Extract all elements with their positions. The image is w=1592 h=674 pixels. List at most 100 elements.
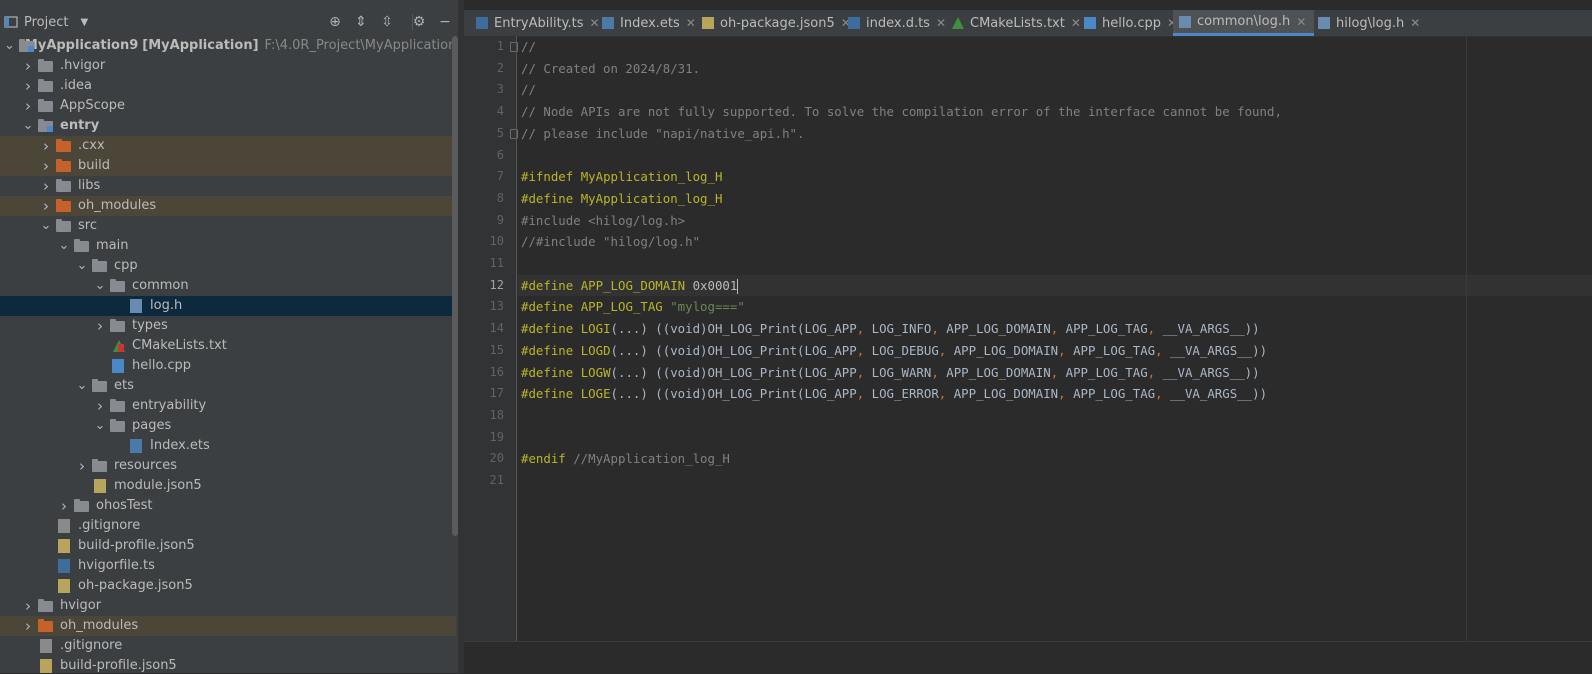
gear-icon[interactable]: ⚙ (410, 13, 428, 31)
line-number[interactable]: 2 (464, 58, 504, 80)
tree-item[interactable]: ›build-profile.json5 (0, 656, 456, 673)
line-number[interactable]: 4 (464, 101, 504, 123)
chevron-down-icon[interactable]: ▼ (80, 17, 88, 28)
code-line[interactable]: // Node APIs are not fully supported. To… (517, 101, 1592, 123)
tree-item[interactable]: ›hvigorfile.ts (0, 556, 456, 576)
chevron-right-icon[interactable]: › (22, 616, 34, 636)
code-line[interactable] (517, 145, 1592, 167)
tree-item[interactable]: ›Index.ets (0, 436, 456, 456)
chevron-down-icon[interactable]: ⌄ (58, 239, 70, 252)
line-number[interactable]: 8 (464, 188, 504, 210)
editor-tab[interactable]: hilog\log.h ✕ (1312, 10, 1428, 36)
code-line[interactable]: // Created on 2024/8/31. (517, 58, 1592, 80)
chevron-right-icon[interactable]: › (22, 56, 34, 76)
chevron-down-icon[interactable]: ⌄ (40, 219, 52, 232)
code-line[interactable] (517, 427, 1592, 449)
tree-item[interactable]: ⌄ entry (0, 116, 456, 136)
chevron-down-icon[interactable]: ⌄ (94, 419, 106, 432)
editor-tab[interactable]: CMakeLists.txt ✕ (946, 10, 1089, 36)
chevron-right-icon[interactable]: › (76, 456, 88, 476)
chevron-right-icon[interactable]: › (22, 596, 34, 616)
line-number[interactable]: 15 (464, 340, 504, 362)
tree-item[interactable]: › .idea (0, 76, 456, 96)
chevron-down-icon[interactable]: ⌄ (22, 119, 34, 132)
editor-tab[interactable]: index.d.ts ✕ (842, 10, 954, 36)
line-number[interactable]: 17 (464, 383, 504, 405)
tree-item[interactable]: ›log.h (0, 296, 456, 316)
close-icon[interactable]: ✕ (1410, 16, 1420, 30)
line-number[interactable]: 1 (464, 36, 504, 58)
code-line[interactable]: #define APP_LOG_DOMAIN 0x0001 (517, 274, 1592, 297)
editor-tab[interactable]: oh-package.json5 ✕ (696, 10, 859, 36)
line-number[interactable]: 6 (464, 145, 504, 167)
code-line[interactable]: // (517, 79, 1592, 101)
chevron-right-icon[interactable]: › (22, 96, 34, 116)
tree-item[interactable]: › .cxx (0, 136, 456, 156)
tree-item[interactable]: › entryability (0, 396, 456, 416)
line-number[interactable]: 7 (464, 166, 504, 188)
line-number[interactable]: 18 (464, 405, 504, 427)
tree-item[interactable]: ›module.json5 (0, 476, 456, 496)
tree-item[interactable]: ›build-profile.json5 (0, 536, 456, 556)
chevron-down-icon[interactable]: ⌄ (76, 259, 88, 272)
line-number[interactable]: 11 (464, 253, 504, 275)
collapse-all-icon[interactable]: ⇳ (378, 13, 396, 31)
line-number[interactable]: 3 (464, 79, 504, 101)
project-view-selector[interactable]: Project ▼ (4, 13, 88, 31)
chevron-right-icon[interactable]: › (94, 316, 106, 336)
tree-item[interactable]: › .hvigor (0, 56, 456, 76)
tree-item[interactable]: ⌄ main (0, 236, 456, 256)
code-line[interactable]: #include <hilog/log.h> (517, 210, 1592, 232)
tree-item[interactable]: ⌄ common (0, 276, 456, 296)
code-line[interactable] (517, 405, 1592, 427)
tree-item[interactable]: › oh_modules (0, 196, 456, 216)
tree-item[interactable]: ⌄ cpp (0, 256, 456, 276)
line-number[interactable]: 20 (464, 448, 504, 470)
close-icon[interactable]: ✕ (936, 16, 946, 30)
line-number[interactable]: 12 (464, 275, 504, 297)
line-number[interactable]: 16 (464, 362, 504, 384)
line-number-gutter[interactable]: 1 2 3 4 5 6 7 8 9 10 11 12 13 14 15 16 17 18 19 20 21 (464, 36, 518, 641)
tree-item[interactable]: ⌄ src (0, 216, 456, 236)
editor-tab[interactable]: EntryAbility.ts ✕ (470, 10, 608, 36)
chevron-right-icon[interactable]: › (40, 156, 52, 176)
tree-item[interactable]: ›hello.cpp (0, 356, 456, 376)
editor-tab[interactable]: common\log.h ✕ (1173, 10, 1315, 36)
line-number[interactable]: 10 (464, 231, 504, 253)
line-number[interactable]: 21 (464, 470, 504, 492)
line-number[interactable]: 19 (464, 427, 504, 449)
code-line[interactable]: // (517, 36, 1592, 58)
chevron-right-icon[interactable]: › (40, 136, 52, 156)
tree-item[interactable]: ⌄ ets (0, 376, 456, 396)
tree-item[interactable]: › AppScope (0, 96, 456, 116)
hide-panel-icon[interactable]: − (436, 13, 454, 31)
code-line[interactable]: #define LOGD(...) ((void)OH_LOG_Print(LO… (517, 340, 1592, 362)
code-line[interactable]: #define LOGW(...) ((void)OH_LOG_Print(LO… (517, 362, 1592, 384)
chevron-right-icon[interactable]: › (22, 76, 34, 96)
code-area[interactable]: // // Created on 2024/8/31. // // Node APIs… (517, 36, 1592, 641)
code-line[interactable]: #endif //MyApplication_log_H (517, 448, 1592, 470)
code-line[interactable]: //#include "hilog/log.h" (517, 231, 1592, 253)
code-line[interactable]: #ifndef MyApplication_log_H (517, 166, 1592, 188)
editor-tab[interactable]: Index.ets ✕ (596, 10, 704, 36)
chevron-down-icon[interactable]: ⌄ (76, 379, 88, 392)
tree-item[interactable]: ⌄ MyApplication9 [MyApplication] F:\4.0R_Pr… (0, 36, 464, 56)
code-line[interactable] (517, 253, 1592, 275)
tree-item[interactable]: ›oh-package.json5 (0, 576, 456, 596)
tree-item[interactable]: › oh_modules (0, 616, 456, 636)
tree-item[interactable]: › types (0, 316, 456, 336)
tree-item[interactable]: ›CMakeLists.txt (0, 336, 456, 356)
code-line[interactable]: // please include "napi/native_api.h". (517, 123, 1592, 145)
chevron-down-icon[interactable]: ⌄ (94, 279, 106, 292)
chevron-down-icon[interactable]: ⌄ (4, 39, 15, 52)
line-number[interactable]: 13 (464, 296, 504, 318)
tree-item[interactable]: › build (0, 156, 456, 176)
close-icon[interactable]: ✕ (686, 16, 696, 30)
editor-tab[interactable]: hello.cpp✕ (1078, 10, 1185, 36)
line-number[interactable]: 5 (464, 123, 504, 145)
code-line[interactable]: #define LOGE(...) ((void)OH_LOG_Print(LO… (517, 383, 1592, 405)
chevron-right-icon[interactable]: › (40, 176, 52, 196)
tree-item[interactable]: › libs (0, 176, 456, 196)
tree-item[interactable]: › hvigor (0, 596, 456, 616)
code-line[interactable]: #define MyApplication_log_H (517, 188, 1592, 210)
